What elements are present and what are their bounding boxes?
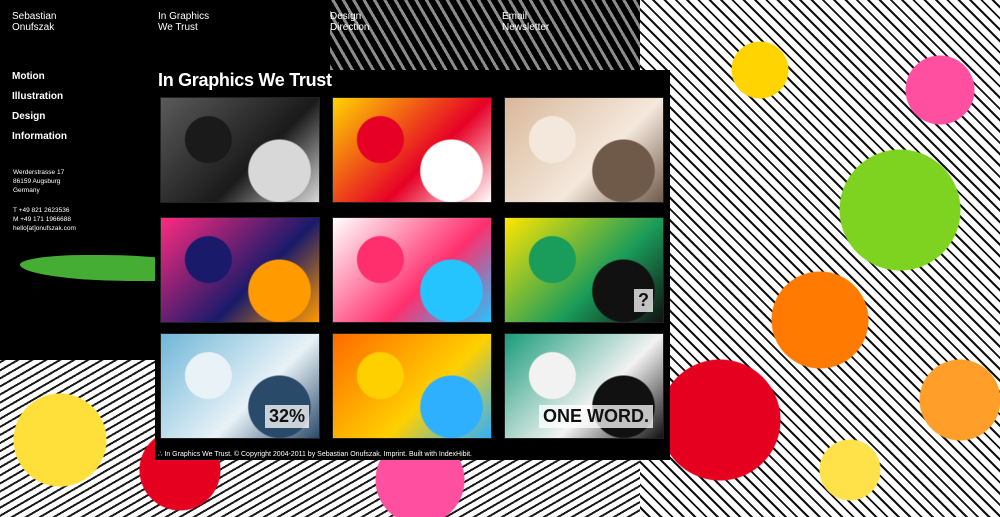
sidebar-item-design[interactable]: Design (12, 111, 67, 122)
sidebar-item-motion[interactable]: Motion (12, 71, 67, 82)
background-illustration-right (640, 0, 1000, 517)
thumbnail-4[interactable] (160, 217, 320, 323)
footer: ∴ In Graphics We Trust. © Copyright 2004… (158, 451, 472, 458)
thumbnail-5[interactable] (332, 217, 492, 323)
thumbnail-1[interactable] (160, 97, 320, 203)
page-title: In Graphics We Trust (158, 70, 332, 90)
thumbnail-7[interactable]: 32% (160, 333, 320, 439)
thumbnail-9[interactable]: ONE WORD. (504, 333, 664, 439)
thumbnail-label: ONE WORD. (539, 405, 653, 428)
nav-email-newsletter[interactable]: Email Newsletter (502, 11, 622, 33)
contact-info: T +49 821 2623536 M +49 171 1966688 hell… (13, 207, 76, 232)
thumbnail-label: 32% (264, 405, 309, 428)
nav-in-graphics-we-trust[interactable]: In Graphics We Trust (158, 11, 278, 33)
thumbnail-2[interactable] (332, 97, 492, 203)
thumbnail-6[interactable]: ? (504, 217, 664, 323)
thumbnail-grid: ? 32% ONE WORD. (160, 97, 665, 440)
thumbnail-8[interactable] (332, 333, 492, 439)
thumbnail-3[interactable] (504, 97, 664, 203)
nav-author[interactable]: Sebastian Onufszak (12, 11, 132, 33)
address: Werderstrasse 17 86159 Augsburg Germany (13, 169, 65, 194)
sidebar-item-illustration[interactable]: Illustration (12, 91, 67, 102)
sidebar-item-information[interactable]: Information (12, 131, 67, 142)
sidebar: Motion Illustration Design Information (12, 71, 67, 151)
top-navigation: Sebastian Onufszak In Graphics We Trust … (0, 11, 1000, 41)
thumbnail-label: ? (634, 289, 653, 312)
nav-design-direction[interactable]: Design Direction (330, 11, 450, 33)
